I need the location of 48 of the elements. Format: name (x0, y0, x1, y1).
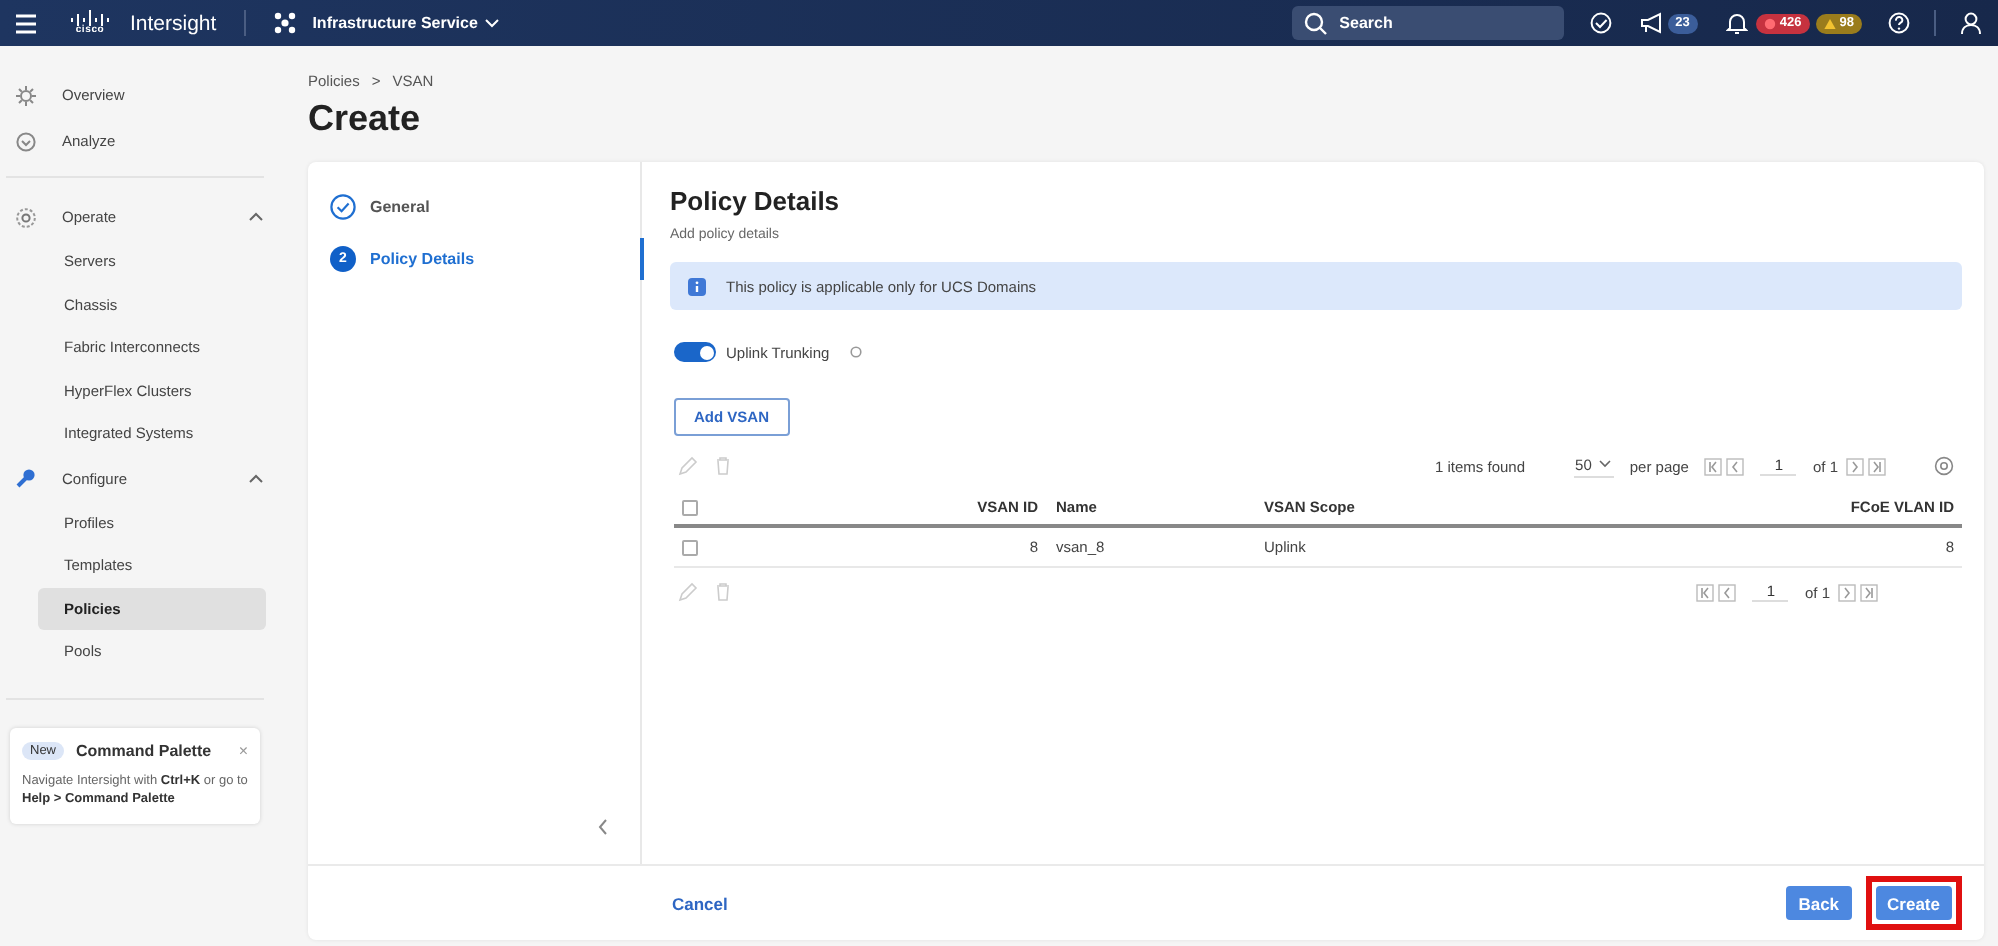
wizard-step[interactable]: General (330, 194, 640, 220)
wrench-icon (16, 468, 36, 488)
previous-page-icon[interactable] (1718, 583, 1737, 601)
error-dot-icon (1763, 17, 1776, 29)
first-page-icon[interactable] (1704, 457, 1723, 475)
search-field[interactable]: Search (1291, 6, 1564, 40)
gauge-icon (16, 131, 36, 151)
chevron-down-icon (483, 16, 500, 30)
warning-icon (1823, 17, 1836, 29)
service-switcher[interactable]: Infrastructure Service (274, 12, 500, 34)
search-icon (1303, 11, 1328, 35)
logo-bars-icon (70, 10, 110, 26)
network-icon (274, 12, 297, 34)
toggle-switch[interactable] (674, 342, 716, 362)
create-button[interactable]: Create (1875, 886, 1952, 920)
chevron-down-icon (1597, 458, 1612, 470)
page-title: Create (308, 98, 423, 140)
checkbox[interactable] (682, 539, 698, 555)
next-page-icon[interactable] (1846, 457, 1864, 475)
product-name: Intersight (130, 11, 217, 35)
check-circle-icon[interactable] (1589, 12, 1612, 34)
info-icon[interactable] (849, 346, 862, 358)
next-page-icon[interactable] (1838, 583, 1856, 601)
last-page-icon[interactable] (1860, 583, 1878, 601)
megaphone-icon[interactable] (1639, 12, 1662, 34)
settings-icon[interactable] (1934, 456, 1954, 476)
first-page-icon[interactable] (1696, 583, 1715, 601)
cancel-link[interactable]: Cancel (672, 893, 1779, 913)
last-page-icon[interactable] (1868, 457, 1886, 475)
trash-icon[interactable] (714, 456, 732, 476)
bell-icon[interactable] (1725, 12, 1748, 34)
chevron-up-icon (248, 471, 264, 485)
back-button[interactable]: Back (1786, 886, 1852, 920)
checkbox[interactable] (682, 500, 698, 516)
pencil-icon[interactable] (678, 456, 698, 476)
pencil-icon[interactable] (678, 582, 698, 602)
previous-page-icon[interactable] (1726, 457, 1745, 475)
check-circle-icon (330, 194, 356, 220)
info-icon (688, 277, 706, 295)
chevron-up-icon (248, 210, 264, 224)
trash-icon[interactable] (714, 582, 732, 602)
section-title: Policy Details (670, 186, 842, 216)
help-icon[interactable] (1888, 12, 1910, 34)
card-title: Command Palette (76, 741, 214, 759)
user-icon[interactable] (1960, 12, 1982, 34)
sun-icon (16, 85, 36, 105)
menu-icon[interactable] (14, 11, 38, 35)
chevron-left-icon[interactable] (596, 818, 610, 836)
